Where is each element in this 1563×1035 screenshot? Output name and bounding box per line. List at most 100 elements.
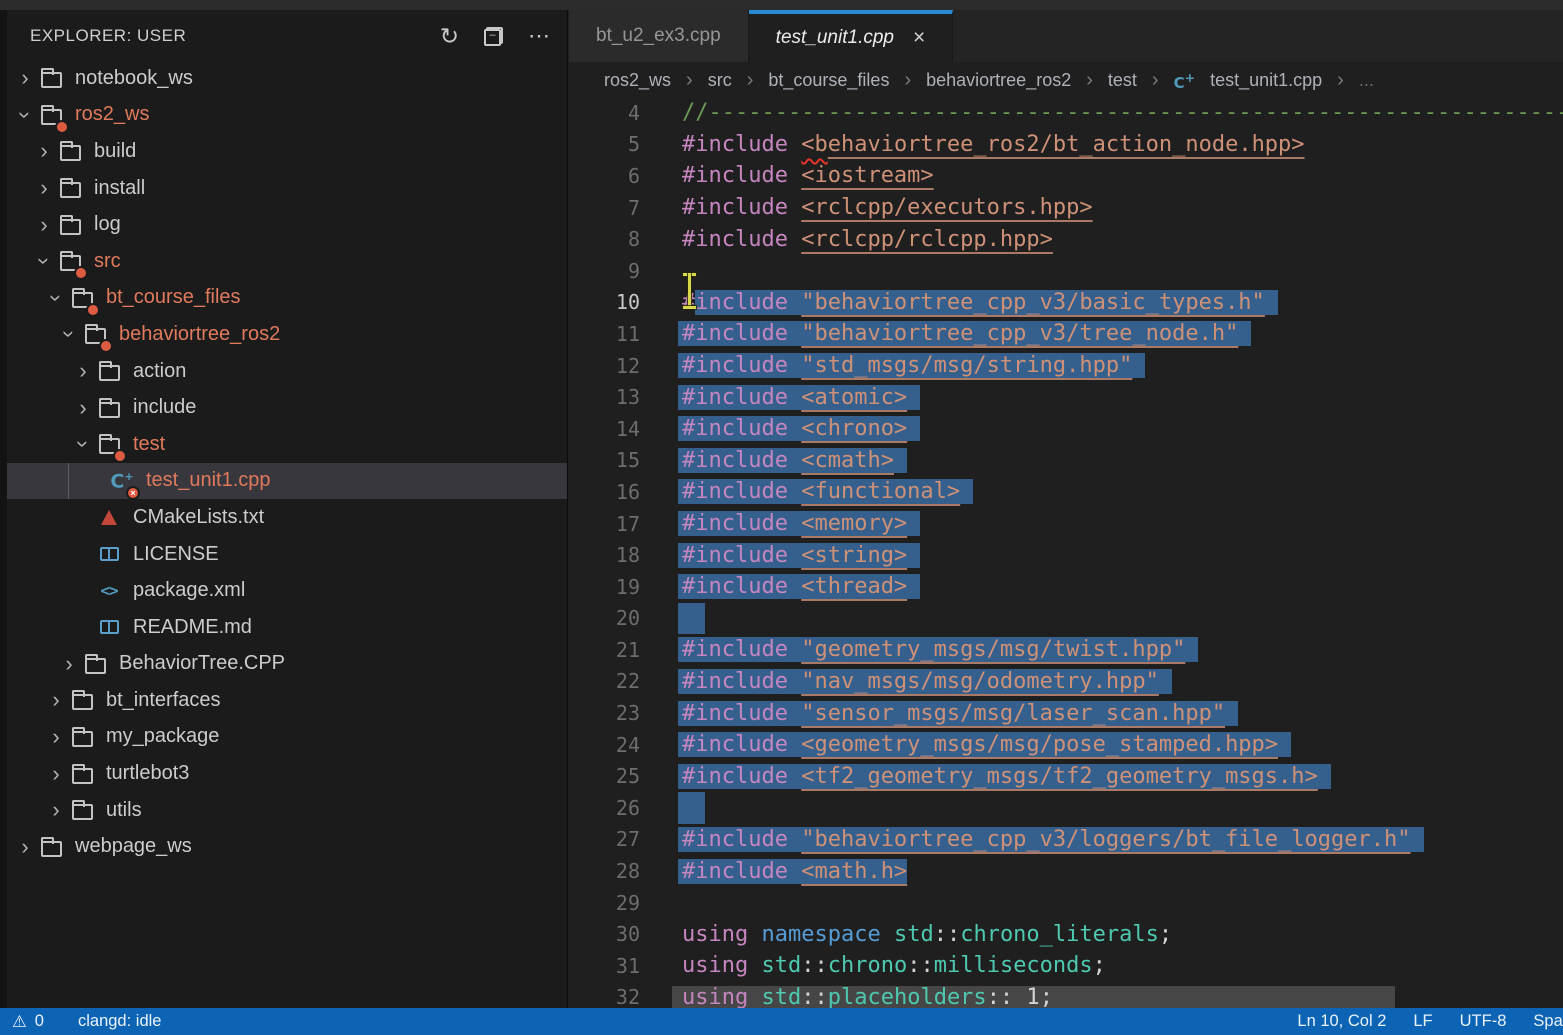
chevron-right-icon[interactable]: › bbox=[33, 140, 55, 162]
tree-item-test_unit1.cpp[interactable]: C+×test_unit1.cpp bbox=[0, 463, 567, 500]
code-line-21[interactable]: 21#include "geometry_msgs/msg/twist.hpp" bbox=[569, 634, 1563, 666]
tree-item-build[interactable]: ›build bbox=[0, 133, 567, 170]
chevron-right-icon[interactable]: › bbox=[33, 177, 55, 199]
code-line-30[interactable]: 30using namespace std::chrono_literals; bbox=[569, 918, 1563, 950]
code-line-18[interactable]: 18#include <string> bbox=[569, 539, 1563, 571]
status-item-ln-10-col-2[interactable]: Ln 10, Col 2 bbox=[1297, 1012, 1386, 1031]
selection-highlight: #include <chrono> bbox=[678, 416, 920, 441]
tree-item-test[interactable]: ›test bbox=[0, 426, 567, 463]
code-line-26[interactable]: 26 bbox=[569, 792, 1563, 824]
code-line-14[interactable]: 14#include <chrono> bbox=[569, 413, 1563, 445]
tree-item-log[interactable]: ›log bbox=[0, 206, 567, 243]
status-item-spac[interactable]: Spac bbox=[1533, 1012, 1563, 1031]
collapse-editors-icon[interactable] bbox=[484, 27, 503, 46]
tree-item-my_package[interactable]: ›my_package bbox=[0, 719, 567, 756]
breadcrumb-item-test[interactable]: test bbox=[1108, 70, 1137, 91]
code-line-11[interactable]: 11#include "behaviortree_cpp_v3/tree_nod… bbox=[569, 318, 1563, 350]
breadcrumb-item-behaviortree_ros2[interactable]: behaviortree_ros2 bbox=[926, 70, 1071, 91]
tree-item-CMakeLists.txt[interactable]: CMakeLists.txt bbox=[0, 499, 567, 536]
code-token: "std_msgs/msg/string.hpp" bbox=[801, 353, 1132, 378]
tree-item-README.md[interactable]: README.md bbox=[0, 609, 567, 646]
tree-item-bt_course_files[interactable]: ›bt_course_files bbox=[0, 280, 567, 317]
tree-item-src[interactable]: ›src bbox=[0, 243, 567, 280]
breadcrumb-item-src[interactable]: src bbox=[708, 70, 732, 91]
tree-item-notebook_ws[interactable]: › notebook_ws bbox=[0, 60, 567, 97]
tree-item-package.xml[interactable]: <>package.xml bbox=[0, 572, 567, 609]
tree-item-utils[interactable]: ›utils bbox=[0, 792, 567, 829]
tree-item-LICENSE[interactable]: LICENSE bbox=[0, 536, 567, 573]
code-line-8[interactable]: 8#include <rclcpp/rclcpp.hpp> bbox=[569, 223, 1563, 255]
code-line-13[interactable]: 13#include <atomic> bbox=[569, 381, 1563, 413]
code-token: <functional> bbox=[801, 479, 960, 504]
code-line-6[interactable]: 6#include <iostream> bbox=[569, 160, 1563, 192]
tree-item-bt_interfaces[interactable]: ›bt_interfaces bbox=[0, 682, 567, 719]
folder-icon bbox=[80, 319, 110, 349]
chevron-down-icon[interactable]: › bbox=[14, 104, 36, 126]
tree-item-install[interactable]: › install bbox=[0, 170, 567, 207]
code-line-31[interactable]: 31using std::chrono::milliseconds; bbox=[569, 950, 1563, 982]
chevron-down-icon[interactable]: › bbox=[58, 323, 80, 345]
code-line-22[interactable]: 22#include "nav_msgs/msg/odometry.hpp" bbox=[569, 666, 1563, 698]
chevron-right-icon[interactable]: › bbox=[45, 726, 67, 748]
book-icon bbox=[94, 612, 124, 642]
code-line-27[interactable]: 27#include "behaviortree_cpp_v3/loggers/… bbox=[569, 824, 1563, 856]
status-item-utf-8[interactable]: UTF-8 bbox=[1460, 1012, 1507, 1031]
code-line-24[interactable]: 24#include <geometry_msgs/msg/pose_stamp… bbox=[569, 729, 1563, 761]
clangd-status[interactable]: clangd: idle bbox=[78, 1012, 161, 1031]
code-editor[interactable]: 4//-------------------------------------… bbox=[569, 97, 1563, 1008]
code-line-23[interactable]: 23#include "sensor_msgs/msg/laser_scan.h… bbox=[569, 697, 1563, 729]
tab-bt_u2_ex3.cpp[interactable]: bt_u2_ex3.cpp bbox=[569, 10, 749, 62]
tab-close-icon[interactable]: × bbox=[913, 29, 925, 47]
folder-glyph bbox=[60, 182, 81, 198]
breadcrumb-item-bt_course_files[interactable]: bt_course_files bbox=[768, 70, 889, 91]
code-line-28[interactable]: 28#include <math.h> bbox=[569, 855, 1563, 887]
tree-item-ros2_ws[interactable]: ›ros2_ws bbox=[0, 97, 567, 134]
code-line-12[interactable]: 12#include "std_msgs/msg/string.hpp" bbox=[569, 350, 1563, 382]
chevron-right-icon[interactable]: › bbox=[58, 653, 80, 675]
code-line-25[interactable]: 25#include <tf2_geometry_msgs/tf2_geomet… bbox=[569, 760, 1563, 792]
code-line-text: #include "nav_msgs/msg/odometry.hpp" bbox=[682, 669, 1172, 694]
code-line-10[interactable]: 10#include "behaviortree_cpp_v3/basic_ty… bbox=[569, 287, 1563, 319]
chevron-down-icon[interactable]: › bbox=[45, 287, 67, 309]
breadcrumb-file[interactable]: test_unit1.cpp bbox=[1210, 70, 1322, 91]
chevron-right-icon[interactable]: › bbox=[45, 799, 67, 821]
chevron-right-icon[interactable]: › bbox=[45, 689, 67, 711]
tree-item-BehaviorTree.CPP[interactable]: ›BehaviorTree.CPP bbox=[0, 646, 567, 683]
chevron-right-icon[interactable]: › bbox=[14, 67, 36, 89]
code-line-17[interactable]: 17#include <memory> bbox=[569, 508, 1563, 540]
tree-item-label: install bbox=[94, 177, 145, 200]
code-line-19[interactable]: 19#include <thread> bbox=[569, 571, 1563, 603]
code-line-4[interactable]: 4//-------------------------------------… bbox=[569, 97, 1563, 129]
refresh-icon[interactable]: ↻ bbox=[440, 26, 459, 46]
chevron-right-icon[interactable]: › bbox=[14, 836, 36, 858]
tree-item-turtlebot3[interactable]: › turtlebot3 bbox=[0, 755, 567, 792]
chevron-right-icon[interactable]: › bbox=[33, 214, 55, 236]
code-line-32[interactable]: 32using std::placeholders::_1; bbox=[569, 982, 1563, 1008]
code-line-5[interactable]: 5#include <behaviortree_ros2/bt_action_n… bbox=[569, 129, 1563, 161]
code-line-text: using namespace std::chrono_literals; bbox=[682, 922, 1172, 947]
tree-item-label: turtlebot3 bbox=[106, 762, 189, 785]
tree-item-webpage_ws[interactable]: ›webpage_ws bbox=[0, 828, 567, 865]
code-line-9[interactable]: 9 bbox=[569, 255, 1563, 287]
chevron-right-icon[interactable]: › bbox=[72, 360, 94, 382]
code-line-29[interactable]: 29 bbox=[569, 887, 1563, 919]
chevron-right-icon[interactable]: › bbox=[72, 397, 94, 419]
problems-indicator[interactable]: ⚠ 0 bbox=[12, 1012, 44, 1032]
tree-item-action[interactable]: ›action bbox=[0, 353, 567, 390]
breadcrumb-symbol-ellipsis[interactable]: ... bbox=[1359, 70, 1374, 91]
folder-icon bbox=[67, 795, 97, 825]
tree-item-label: notebook_ws bbox=[75, 67, 193, 90]
chevron-down-icon[interactable]: › bbox=[72, 433, 94, 455]
chevron-right-icon[interactable]: › bbox=[45, 763, 67, 785]
code-line-7[interactable]: 7#include <rclcpp/executors.hpp> bbox=[569, 192, 1563, 224]
chevron-down-icon[interactable]: › bbox=[33, 250, 55, 272]
breadcrumb-item-ros2_ws[interactable]: ros2_ws bbox=[604, 70, 671, 91]
tab-test_unit1.cpp[interactable]: test_unit1.cpp× bbox=[749, 10, 954, 62]
tree-item-behaviortree_ros2[interactable]: ›behaviortree_ros2 bbox=[0, 316, 567, 353]
code-line-16[interactable]: 16#include <functional> bbox=[569, 476, 1563, 508]
status-item-lf[interactable]: LF bbox=[1413, 1012, 1432, 1031]
tree-item-include[interactable]: ›include bbox=[0, 389, 567, 426]
more-actions-icon[interactable]: ⋯ bbox=[528, 30, 551, 42]
code-line-20[interactable]: 20 bbox=[569, 603, 1563, 635]
code-line-15[interactable]: 15#include <cmath> bbox=[569, 445, 1563, 477]
